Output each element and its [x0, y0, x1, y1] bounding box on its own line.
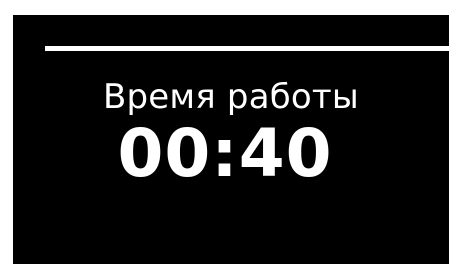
top-divider-line	[45, 46, 450, 51]
display-screen: Время работы 00:40	[13, 15, 450, 264]
uptime-label: Время работы	[103, 77, 359, 117]
uptime-value: 00:40	[117, 115, 333, 192]
